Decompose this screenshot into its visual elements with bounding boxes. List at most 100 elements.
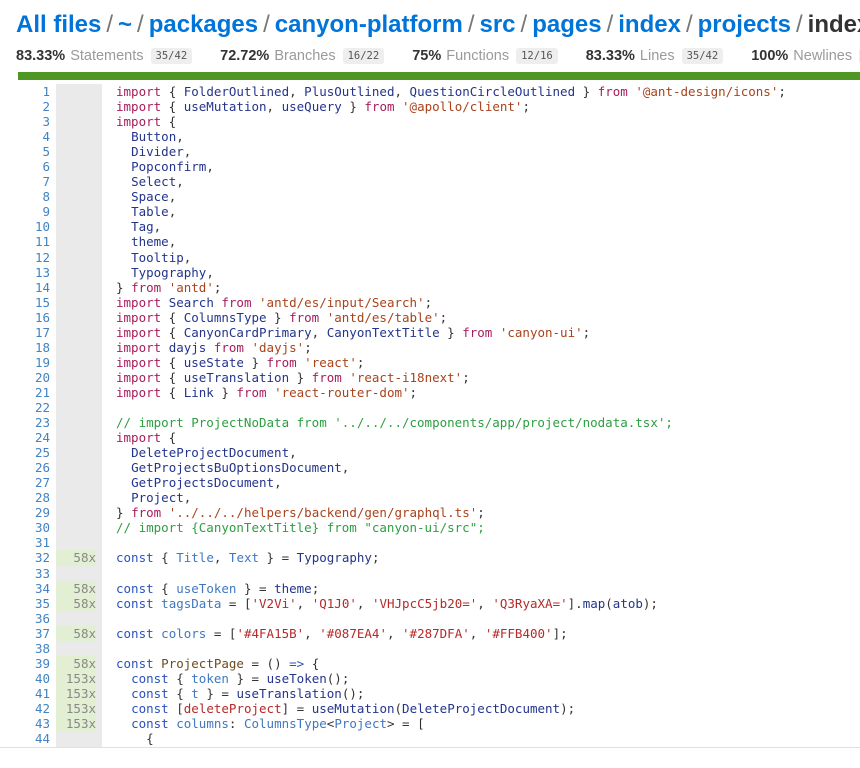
code-line[interactable]: import dayjs from 'dayjs'; [116,340,860,355]
code-line[interactable]: Tag, [116,219,860,234]
code-line[interactable]: const [deleteProject] = useMutation(Dele… [116,701,860,716]
line-number: 25 [34,445,50,461]
code-token: from [131,279,162,295]
coverage-bar-fill [18,72,860,80]
line-number: 15 [34,294,50,310]
code-token: useState [183,354,244,370]
code-line[interactable]: import { FolderOutlined, PlusOutlined, Q… [116,84,860,99]
code-token: Search [168,294,214,310]
breadcrumb-link[interactable]: canyon-platform [275,11,463,38]
line-hit-count [56,325,96,340]
code-line[interactable]: Table, [116,204,860,219]
code-line[interactable] [116,400,860,415]
source-code-viewer[interactable]: 1 2 3 4 5 6 7 8 9 10 11 12 13 14 15 16 17 18 19 20 21 22 23 24 2… [0,84,860,748]
code-line[interactable]: const columns: ColumnsType<Project> = [ [116,716,860,731]
breadcrumb-link[interactable]: src [479,11,515,38]
code-line[interactable]: import { [116,430,860,445]
code-token: CanyonTextTitle [326,324,440,340]
line-number: 37 [34,625,50,641]
breadcrumb-link[interactable]: index [618,11,681,38]
code-token: } [116,279,132,295]
code-token: { [161,369,184,385]
coverage-bar-track [18,72,860,80]
code-line[interactable]: } from '../../../helpers/backend/gen/gra… [116,505,860,520]
source-code-lines[interactable]: import { FolderOutlined, PlusOutlined, Q… [116,84,860,748]
code-line[interactable] [116,641,860,656]
line-number: 18 [34,339,50,355]
code-line[interactable] [116,535,860,550]
stat-fraction: 12/16 [516,48,558,64]
code-line[interactable]: Space, [116,189,860,204]
code-line[interactable]: import { ColumnsType } from 'antd/es/tab… [116,310,860,325]
line-hit-count: 58x [56,625,96,641]
code-line[interactable]: const { Title, Text } = Typography; [116,550,860,565]
code-token: map [582,595,606,611]
code-line[interactable]: const { t } = useTranslation(); [116,686,860,701]
code-line[interactable]: Project, [116,490,860,505]
code-token: ColumnsType [183,309,267,325]
code-line[interactable]: GetProjectsBuOptionsDocument, [116,460,860,475]
code-line[interactable]: GetProjectsDocument, [116,475,860,490]
line-hit-count [56,430,96,445]
code-line[interactable]: { [116,731,860,746]
code-line[interactable]: DeleteProjectDocument, [116,445,860,460]
code-line[interactable]: Button, [116,129,860,144]
breadcrumb-link[interactable]: pages [532,11,601,38]
breadcrumb-link[interactable]: ~ [118,11,132,38]
breadcrumb-link[interactable]: packages [149,11,258,38]
code-token: useQuery [281,99,342,115]
code-line[interactable] [116,566,860,581]
line-number: 9 [42,204,50,220]
code-token: import [116,309,162,325]
code-line[interactable]: const ProjectPage = () => { [116,656,860,671]
line-hit-count [56,250,96,265]
code-line[interactable]: import { Link } from 'react-router-dom'; [116,385,860,400]
code-token: FolderOutlined [183,84,290,99]
line-hit-count [56,84,96,99]
bottom-divider [0,747,860,748]
breadcrumb-link[interactable]: All files [16,11,101,38]
code-line[interactable]: import { useState } from 'react'; [116,355,860,370]
code-token: ]; [552,625,568,641]
code-line[interactable]: import { useMutation, useQuery } from '@… [116,99,860,114]
code-line[interactable]: // import {CanyonTextTitle} from "canyon… [116,520,860,535]
code-line[interactable]: Divider, [116,144,860,159]
code-line[interactable]: const colors = ['#4FA15B', '#087EA4', '#… [116,626,860,641]
code-line[interactable]: import { CanyonCardPrimary, CanyonTextTi… [116,325,860,340]
code-token: 'react-i18next' [349,369,463,385]
code-token: } = [228,670,267,686]
line-hit-count: 58x [56,580,96,596]
code-line[interactable] [116,611,860,626]
breadcrumb-link[interactable]: projects [698,11,791,38]
code-token: import [116,354,162,370]
code-token: const [131,700,169,716]
code-token: 'antd' [168,279,214,295]
code-line[interactable]: Select, [116,174,860,189]
code-line[interactable]: import { useTranslation } from 'react-i1… [116,370,860,385]
code-line[interactable]: Tooltip, [116,250,860,265]
code-line[interactable]: // import ProjectNoData from '../../../c… [116,415,860,430]
code-line[interactable]: theme, [116,234,860,249]
code-token: from [289,309,320,325]
line-number: 12 [34,249,50,265]
code-token: , [183,249,192,265]
code-line[interactable]: } from 'antd'; [116,280,860,295]
code-token: 'VHJpcC5jb20=' [371,595,478,611]
code-line[interactable]: const tagsData = ['V2Vi', 'Q1J0', 'VHJpc… [116,596,860,611]
code-line[interactable]: import Search from 'antd/es/input/Search… [116,295,860,310]
code-token: } [341,99,365,115]
code-token: import [116,430,162,446]
code-line[interactable]: const { token } = useToken(); [116,671,860,686]
code-line[interactable]: import { [116,114,860,129]
code-line[interactable]: const { useToken } = theme; [116,581,860,596]
code-line[interactable]: Typography, [116,265,860,280]
code-token: , [206,264,214,280]
code-token: from [131,505,162,521]
line-number: 42 [34,700,50,716]
code-line[interactable]: Popconfirm, [116,159,860,174]
code-token: import [116,294,162,310]
code-token: ; [522,99,530,115]
